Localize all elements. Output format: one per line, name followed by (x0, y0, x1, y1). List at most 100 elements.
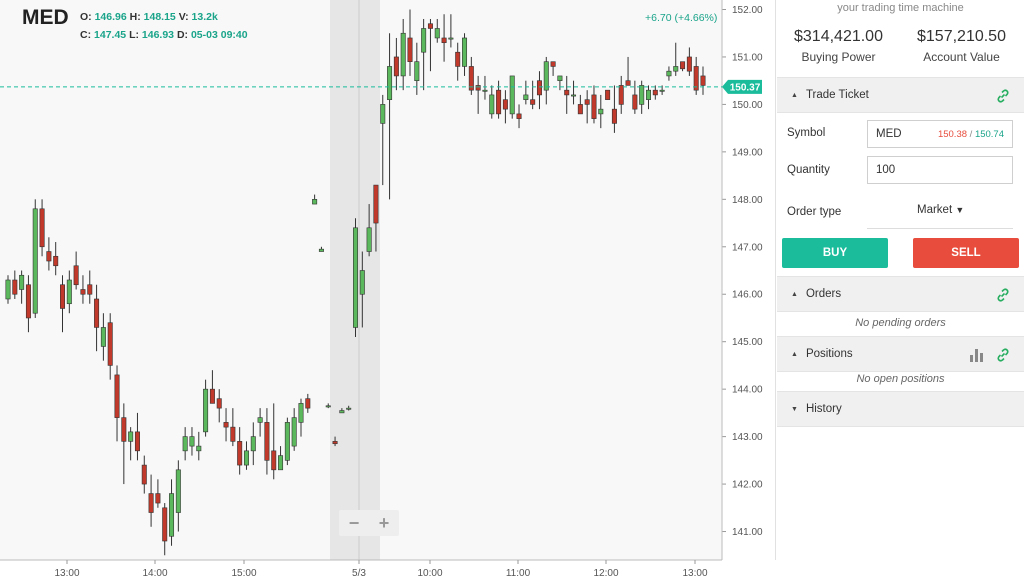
candle-body (305, 398, 311, 409)
candle-body (659, 89, 665, 92)
zoom-in-button[interactable]: + (379, 513, 390, 534)
high-label: H: (129, 11, 141, 23)
candle-body (121, 417, 127, 442)
orders-empty-message: No pending orders (855, 317, 946, 329)
candle-body (584, 99, 590, 105)
candle-body (666, 70, 672, 77)
link-icon[interactable] (996, 288, 1010, 302)
candle-body (387, 66, 393, 100)
candle-body (686, 56, 692, 72)
candle-body (557, 75, 563, 81)
positions-header[interactable]: ▲ Positions (777, 336, 1024, 372)
candle-body (189, 436, 195, 447)
candle-body (318, 248, 324, 252)
candle-body (482, 89, 488, 92)
candle-body (652, 89, 658, 96)
quantity-input[interactable]: 100 (867, 156, 1013, 184)
candle-body (680, 61, 686, 70)
candle-body (182, 436, 188, 452)
y-tick-label: 151.00 (732, 52, 763, 63)
price-chart[interactable]: 152.00 151.00 150.00 149.00 148.00 147.00 146.… (0, 0, 776, 587)
bar-chart-icon[interactable] (970, 349, 984, 362)
candle-body (291, 417, 297, 447)
sell-button[interactable]: SELL (913, 238, 1019, 268)
candle-body (632, 94, 638, 110)
caret-up-icon: ▲ (791, 290, 798, 298)
buying-power-block: $314,421.00 Buying Power (777, 28, 900, 64)
candle-body (264, 422, 270, 461)
candle-body (373, 184, 379, 224)
chart-canvas[interactable]: 152.00 151.00 150.00 149.00 148.00 147.00 146.… (0, 0, 776, 587)
candle-body (502, 99, 508, 110)
candle-body (462, 37, 468, 67)
candle-body (489, 94, 495, 115)
candle-body (673, 66, 679, 72)
low-value: 146.93 (141, 29, 175, 41)
candle-body (114, 374, 120, 418)
symbol-input[interactable]: MED 150.38 / 150.74 (867, 120, 1013, 148)
x-axis-band (0, 560, 776, 587)
candle-body (196, 445, 202, 452)
link-icon[interactable] (996, 348, 1010, 362)
candle-body (523, 94, 529, 100)
candle-body (32, 208, 38, 314)
buy-button[interactable]: BUY (782, 238, 888, 268)
close-label: C: (80, 29, 92, 41)
candle-body (455, 51, 461, 67)
candle-body (298, 403, 304, 423)
open-label: O: (80, 11, 92, 23)
orders-header[interactable]: ▲ Orders (777, 276, 1024, 312)
zoom-out-button[interactable]: − (349, 513, 360, 534)
symbol-input-value: MED (876, 128, 902, 140)
link-icon[interactable] (996, 89, 1010, 103)
candle-body (107, 322, 113, 366)
candle-body (223, 422, 229, 428)
candle-body (141, 464, 147, 485)
candle-body (25, 284, 31, 319)
app-root: 152.00 151.00 150.00 149.00 148.00 147.00 146.… (0, 0, 1024, 587)
candle-body (332, 441, 338, 445)
candle-body (278, 455, 284, 471)
y-tick-label: 148.00 (732, 195, 763, 206)
candle-body (496, 89, 502, 115)
quantity-label: Quantity (787, 164, 830, 176)
candle-body (393, 56, 399, 77)
candle-body (571, 94, 577, 97)
candle-body (407, 37, 413, 62)
high-value: 148.15 (143, 11, 176, 23)
ask-price: 150.74 (974, 129, 1004, 140)
close-value: 147.45 (94, 29, 127, 41)
account-value-value: $157,210.50 (917, 28, 1006, 45)
candle-body (625, 80, 631, 86)
candle-body (175, 469, 181, 513)
candle-body (550, 61, 556, 67)
bid-ask-quote: 150.38 / 150.74 (938, 129, 1004, 140)
candle-body (530, 99, 536, 105)
history-header[interactable]: ▼ History (777, 391, 1024, 427)
x-tick-label: 12:00 (593, 568, 618, 579)
candle-body (400, 32, 406, 77)
volume-value: 13.2k (191, 11, 218, 23)
candle-body (5, 279, 11, 300)
candle-body (169, 493, 175, 537)
candle-body (73, 265, 79, 286)
date-value: 05-03 09:40 (190, 29, 248, 41)
candle-body (441, 37, 447, 44)
candle-body (53, 255, 59, 267)
positions-title: Positions (805, 348, 853, 360)
trade-ticket-header[interactable]: ▲ Trade Ticket (777, 77, 1024, 113)
order-type-select[interactable]: Market ▼ (917, 204, 964, 216)
candle-body (516, 113, 522, 119)
candle-body (339, 410, 345, 414)
candle-body (203, 388, 209, 433)
candle-body (352, 227, 358, 328)
candle-body (700, 75, 706, 86)
candle-body (427, 23, 433, 29)
order-type-value: Market (917, 204, 953, 216)
candle-body (366, 227, 372, 252)
candle-body (645, 89, 651, 100)
chart-symbol: MED (22, 6, 69, 29)
candle-body (325, 405, 331, 408)
date-label: D: (176, 29, 189, 41)
candle-body (100, 327, 106, 347)
